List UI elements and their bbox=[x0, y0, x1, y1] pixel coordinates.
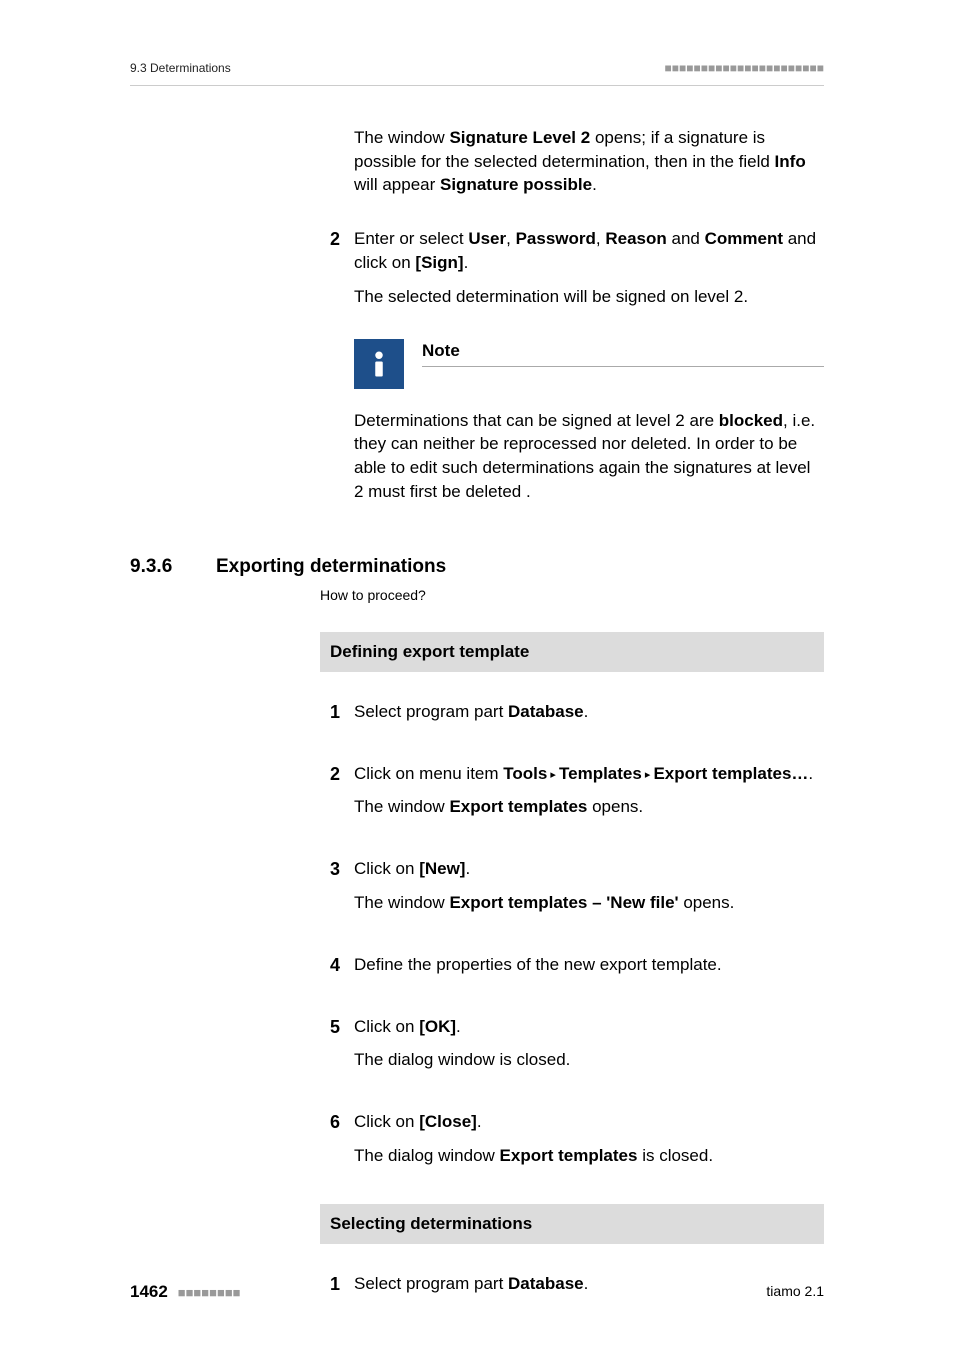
button-new-label: [New] bbox=[419, 859, 465, 878]
def-step-3: 3 Click on [New]. The window Export temp… bbox=[320, 857, 824, 925]
text: . bbox=[808, 764, 813, 783]
text: Select program part bbox=[354, 702, 508, 721]
info-icon bbox=[354, 339, 404, 389]
text: . bbox=[464, 253, 469, 272]
subheading-defining-export-template: Defining export template bbox=[320, 632, 824, 672]
button-close-label: [Close] bbox=[419, 1112, 477, 1131]
text: , bbox=[596, 229, 605, 248]
text: . bbox=[477, 1112, 482, 1131]
window-export-templates: Export templates bbox=[449, 797, 587, 816]
step-number: 3 bbox=[320, 857, 340, 882]
text: , bbox=[506, 229, 515, 248]
button-ok-label: [OK] bbox=[419, 1017, 456, 1036]
chevron-right-icon: ▸ bbox=[547, 769, 559, 781]
menu-templates: Templates bbox=[559, 764, 642, 783]
text: Click on bbox=[354, 1017, 419, 1036]
note-text: Determinations that can be signed at lev… bbox=[354, 409, 824, 504]
text: . bbox=[584, 702, 589, 721]
text: Determinations that can be signed at lev… bbox=[354, 411, 719, 430]
step-number: 2 bbox=[320, 227, 340, 252]
window-export-templates: Export templates bbox=[500, 1146, 638, 1165]
def-step-6: 6 Click on [Close]. The dialog window Ex… bbox=[320, 1110, 824, 1178]
label-password: Password bbox=[516, 229, 596, 248]
def-step-1: 1 Select program part Database. bbox=[320, 700, 824, 734]
how-to-proceed-label: How to proceed? bbox=[320, 586, 824, 606]
button-sign-label: [Sign] bbox=[415, 253, 463, 272]
def-step-2: 2 Click on menu item Tools ▸ Templates ▸… bbox=[320, 762, 824, 830]
text: opens. bbox=[679, 893, 735, 912]
text: opens. bbox=[587, 797, 643, 816]
program-part-database: Database bbox=[508, 702, 584, 721]
text: . bbox=[592, 175, 597, 194]
step-number: 1 bbox=[320, 700, 340, 725]
text: The window bbox=[354, 128, 449, 147]
text: The dialog window is closed. bbox=[354, 1048, 824, 1072]
window-name: Signature Level 2 bbox=[449, 128, 590, 147]
chevron-right-icon: ▸ bbox=[642, 769, 654, 781]
page-footer: 1462 ■■■■■■■■ tiamo 2.1 bbox=[130, 1280, 824, 1304]
label-reason: Reason bbox=[605, 229, 666, 248]
text: Click on bbox=[354, 859, 419, 878]
note-box: Note bbox=[354, 339, 824, 389]
text: will appear bbox=[354, 175, 440, 194]
section-number: 9.3.6 bbox=[130, 554, 216, 581]
text: The window bbox=[354, 893, 449, 912]
note-label: Note bbox=[422, 339, 824, 368]
step-2: 2 Enter or select User, Password, Reason… bbox=[320, 227, 824, 318]
menu-export-templates: Export templates… bbox=[653, 764, 808, 783]
window-export-templates-new-file: Export templates – 'New file' bbox=[449, 893, 678, 912]
step-number: 4 bbox=[320, 953, 340, 978]
def-step-4: 4 Define the properties of the new expor… bbox=[320, 953, 824, 987]
header-decoration: ■■■■■■■■■■■■■■■■■■■■■■ bbox=[665, 60, 824, 77]
menu-tools: Tools bbox=[503, 764, 547, 783]
emphasis-blocked: blocked bbox=[719, 411, 783, 430]
value-name: Signature possible bbox=[440, 175, 592, 194]
text: Click on bbox=[354, 1112, 419, 1131]
text: Define the properties of the new export … bbox=[354, 953, 824, 977]
footer-decoration: ■■■■■■■■ bbox=[178, 1285, 241, 1300]
text: The dialog window bbox=[354, 1146, 500, 1165]
text: Enter or select bbox=[354, 229, 468, 248]
text: is closed. bbox=[637, 1146, 713, 1165]
text: The window bbox=[354, 797, 449, 816]
section-heading: 9.3.6 Exporting determinations bbox=[130, 554, 824, 581]
continuation-text: The window Signature Level 2 opens; if a… bbox=[320, 126, 824, 197]
result-text: The selected determination will be signe… bbox=[354, 285, 824, 309]
section-breadcrumb: 9.3 Determinations bbox=[130, 60, 231, 77]
label-comment: Comment bbox=[705, 229, 783, 248]
label-user: User bbox=[468, 229, 506, 248]
product-name: tiamo 2.1 bbox=[766, 1282, 824, 1302]
section-title: Exporting determinations bbox=[216, 554, 446, 581]
step-number: 6 bbox=[320, 1110, 340, 1135]
page-header: 9.3 Determinations ■■■■■■■■■■■■■■■■■■■■■… bbox=[130, 60, 824, 86]
text: . bbox=[465, 859, 470, 878]
subheading-selecting-determinations: Selecting determinations bbox=[320, 1204, 824, 1244]
def-step-5: 5 Click on [OK]. The dialog window is cl… bbox=[320, 1015, 824, 1083]
field-name: Info bbox=[775, 152, 806, 171]
text: and bbox=[667, 229, 705, 248]
page-number: 1462 bbox=[130, 1282, 168, 1301]
step-number: 5 bbox=[320, 1015, 340, 1040]
step-number: 2 bbox=[320, 762, 340, 787]
text: . bbox=[456, 1017, 461, 1036]
text: Click on menu item bbox=[354, 764, 503, 783]
